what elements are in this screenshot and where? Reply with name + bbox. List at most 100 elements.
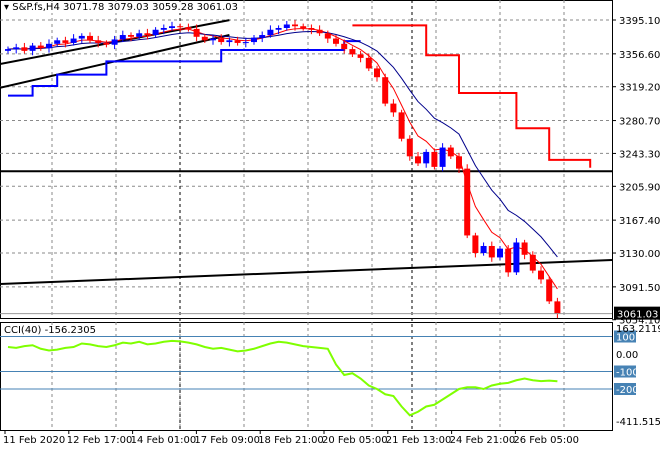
candle-body [357,54,364,58]
candle-body [308,27,315,30]
ohlc-close: 3061.03 [196,2,238,13]
time-tick-label: 11 Feb 2020 [3,435,65,446]
main-pane-border [0,0,613,319]
dropdown-icon[interactable]: ▾ [4,2,9,13]
candle-body [193,28,200,37]
candle-body [497,248,503,258]
candle-body [87,35,93,41]
cci-tick-label: 163.2119 [616,324,660,335]
candle-body [300,26,307,28]
price-tick-label: 3395.10 [619,16,660,27]
candle [13,43,20,54]
trendline-rising-support [0,259,613,286]
slow-ma-line [7,30,558,258]
candle [488,241,495,262]
candle [505,245,512,277]
cci-pane-border [0,322,613,431]
candle-body [111,39,118,45]
candle-body [169,26,175,28]
candle-body [251,37,257,43]
cci-tick-label: 0.00 [616,350,638,361]
candle [283,20,290,31]
candle [185,23,192,32]
candle-body [70,38,77,43]
candle-body [218,38,225,43]
candle-body [226,40,233,43]
candle-body [160,27,167,30]
candle-body [62,40,69,43]
price-tick-label: 3205.90 [619,182,660,193]
candle [144,28,151,40]
price-tick-label: 3319.20 [619,83,660,94]
candle [5,46,11,54]
candle-body [29,45,36,51]
candle-body [210,38,216,41]
candle-body [275,27,282,30]
candle-body [234,40,241,43]
candle [46,39,52,53]
candle-body [554,301,561,314]
chart-window[interactable]: 3395.10 3356.60 3319.20 3280.70 3243.30 3205.… [0,0,660,450]
cci-label: CCI(40) -156.2305 [4,325,96,336]
candle [390,99,397,117]
candle-body [546,279,553,302]
price-tick-label: 3091.50 [619,283,660,294]
candle [251,35,257,45]
candle-body [423,151,430,164]
cci-level-label: -100 [616,368,639,379]
candle-body [349,49,356,55]
candle [472,232,479,258]
candle-body [103,42,110,45]
chart-canvas[interactable]: 3395.10 3356.60 3319.20 3280.70 3243.30 3205.… [0,0,660,450]
candle-body [415,156,421,164]
cci-tick-label: -411.5156 [616,417,660,428]
candle-body [456,156,462,169]
candle-body [538,270,544,280]
candle [333,35,339,47]
candle [300,23,307,31]
candle [554,297,561,319]
candle [169,21,175,31]
price-tick-label: 3356.60 [619,50,660,61]
candle [513,238,520,275]
candle [242,37,249,48]
candle [423,149,430,168]
candle [87,32,93,43]
candle [316,25,323,36]
candle-body [5,49,11,51]
candle-body [398,112,405,139]
candle-body [128,35,134,37]
candle-body [46,43,52,49]
candle-body [144,33,151,36]
candle-body [177,26,184,28]
candle-body [431,151,438,167]
time-tick-label: 12 Feb 17:00 [67,435,133,446]
candle-body [37,45,44,49]
candle [374,65,380,82]
candle-body [21,47,28,51]
candle-body [13,47,20,50]
candle [439,143,446,172]
price-tick-label: 3243.30 [619,149,660,160]
candle [21,42,28,54]
candle [78,33,85,43]
candle [521,239,528,260]
candle-body [472,235,479,254]
candle-body [201,36,208,41]
candle [103,40,110,48]
cci-line [7,339,558,417]
ohlc-high: 3079.03 [107,2,149,13]
candle [37,42,44,51]
time-tick-label: 26 Feb 05:00 [513,435,579,446]
candle-body [283,24,290,28]
candle-body [95,40,102,43]
candle [365,53,372,72]
candle-body [464,168,471,236]
time-tick-label: 18 Feb 21:00 [258,435,324,446]
time-tick-label: 24 Feb 21:00 [450,435,516,446]
ohlc-low: 3059.28 [152,2,194,13]
time-tick-label: 14 Feb 01:00 [131,435,197,446]
candle-body [382,77,389,104]
price-tick-label: 3167.40 [619,216,660,227]
last-price-label: 3061.03 [617,310,658,321]
